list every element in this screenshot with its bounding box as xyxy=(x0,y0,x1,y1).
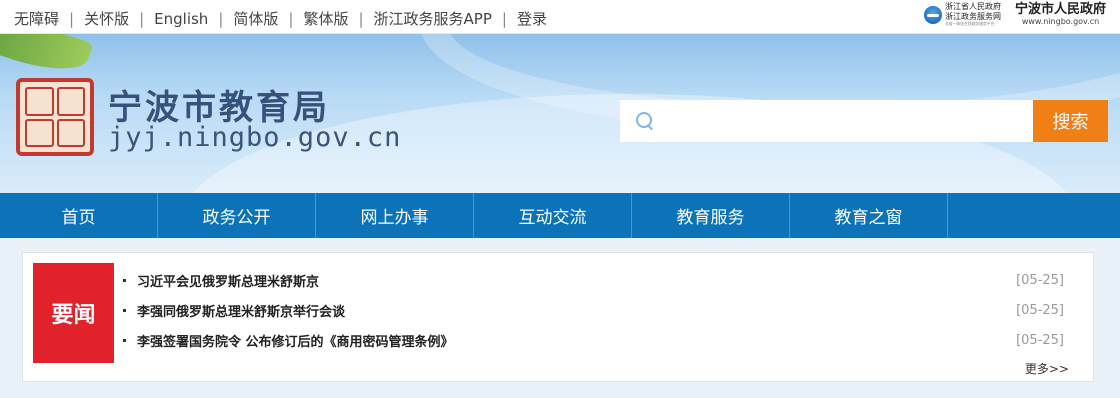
news-date: [05-25] xyxy=(1016,272,1064,288)
separator: | xyxy=(69,9,75,28)
header-banner: 宁波市教育局 jyj.ningbo.gov.cn 搜索 xyxy=(0,34,1120,193)
search-box xyxy=(620,100,1034,142)
seal-logo-icon[interactable] xyxy=(16,78,94,156)
english-link[interactable]: English xyxy=(154,10,208,28)
traditional-chinese-link[interactable]: 繁体版 xyxy=(303,8,348,29)
zhejiang-emblem-icon xyxy=(923,5,942,24)
news-list: 习近平会见俄罗斯总理米舒斯京 [05-25] 李强同俄罗斯总理米舒斯京举行会谈 … xyxy=(123,265,1068,355)
nav-item-education-services[interactable]: 教育服务 xyxy=(632,193,790,238)
accessibility-link[interactable]: 无障碍 xyxy=(14,8,59,29)
nav-item-education-window[interactable]: 教育之窗 xyxy=(790,193,948,238)
top-links: 无障碍 | 关怀版 | English | 简体版 | 繁体版 | 浙江政务服务… xyxy=(14,8,547,29)
ningbo-government-logo[interactable]: 宁波市人民政府 www.ningbo.gov.cn xyxy=(1015,3,1106,26)
top-bar: 无障碍 | 关怀版 | English | 简体版 | 繁体版 | 浙江政务服务… xyxy=(0,0,1120,34)
news-date: [05-25] xyxy=(1016,332,1064,348)
news-date: [05-25] xyxy=(1016,302,1064,318)
separator: | xyxy=(218,9,224,28)
ningbo-government-name: 宁波市人民政府 xyxy=(1014,2,1106,17)
zhejiang-logo-line1: 浙江省人民政府 xyxy=(944,2,1001,11)
zhejiang-logo-line2: 浙江政务服务网 xyxy=(944,12,1001,21)
news-item: 李强同俄罗斯总理米舒斯京举行会谈 [05-25] xyxy=(123,295,1068,325)
elderly-care-version-link[interactable]: 关怀版 xyxy=(84,8,129,29)
separator: | xyxy=(139,9,145,28)
separator: | xyxy=(288,9,294,28)
search-button[interactable]: 搜索 xyxy=(1033,100,1108,142)
zhejiang-app-link[interactable]: 浙江政务服务APP xyxy=(374,8,492,29)
bullet-icon xyxy=(123,308,126,312)
nav-item-online-services[interactable]: 网上办事 xyxy=(316,193,474,238)
main-content: 要闻 习近平会见俄罗斯总理米舒斯京 [05-25] 李强同俄罗斯总理米舒斯京举行… xyxy=(0,238,1120,398)
news-title[interactable]: 李强签署国务院令 公布修订后的《商用密码管理条例》 xyxy=(137,331,1016,350)
ningbo-government-url: www.ningbo.gov.cn xyxy=(1021,17,1100,26)
main-nav: 首页 政务公开 网上办事 互动交流 教育服务 教育之窗 xyxy=(0,193,1120,238)
bullet-icon xyxy=(123,278,126,282)
nav-item-government-affairs[interactable]: 政务公开 xyxy=(158,193,316,238)
news-title[interactable]: 李强同俄罗斯总理米舒斯京举行会谈 xyxy=(137,301,1016,320)
bullet-icon xyxy=(123,338,126,342)
search-input[interactable] xyxy=(664,101,1034,141)
simplified-chinese-link[interactable]: 简体版 xyxy=(233,8,278,29)
nav-item-home[interactable]: 首页 xyxy=(0,193,158,238)
separator: | xyxy=(358,9,364,28)
separator: | xyxy=(501,9,507,28)
news-item: 李强签署国务院令 公布修订后的《商用密码管理条例》 [05-25] xyxy=(123,325,1068,355)
government-logos: 浙江省人民政府 浙江政务服务网 全省一体化在线政务服务平台 宁波市人民政府 ww… xyxy=(923,2,1106,26)
site-url: jyj.ningbo.gov.cn xyxy=(108,122,402,153)
zhejiang-logo-line3: 全省一体化在线政务服务平台 xyxy=(944,21,995,26)
headline-news-badge: 要闻 xyxy=(33,263,114,363)
login-link[interactable]: 登录 xyxy=(517,8,547,29)
news-item: 习近平会见俄罗斯总理米舒斯京 [05-25] xyxy=(123,265,1068,295)
leaf-decoration xyxy=(0,34,94,82)
search-icon xyxy=(636,112,654,130)
headline-news-panel: 要闻 习近平会见俄罗斯总理米舒斯京 [05-25] 李强同俄罗斯总理米舒斯京举行… xyxy=(22,252,1094,382)
more-news-link[interactable]: 更多>> xyxy=(1025,360,1069,377)
nav-item-interaction[interactable]: 互动交流 xyxy=(474,193,632,238)
zhejiang-government-logo[interactable]: 浙江省人民政府 浙江政务服务网 全省一体化在线政务服务平台 xyxy=(923,2,1001,26)
news-title[interactable]: 习近平会见俄罗斯总理米舒斯京 xyxy=(137,271,1016,290)
